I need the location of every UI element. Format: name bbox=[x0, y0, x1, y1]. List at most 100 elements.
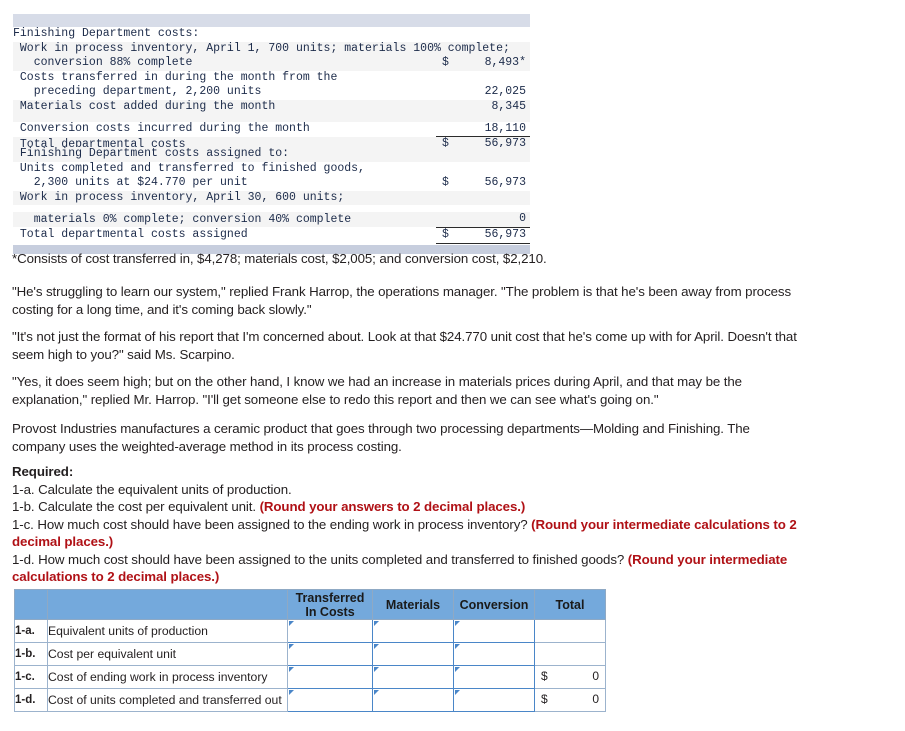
input-cell-materials[interactable] bbox=[372, 665, 454, 689]
cell-flag-icon bbox=[289, 667, 294, 672]
cell-flag-icon bbox=[289, 690, 294, 695]
exhibit-row: Work in process inventory, April 1, 700 … bbox=[13, 41, 530, 57]
table-row: 1-c. Cost of ending work in process inven… bbox=[14, 665, 606, 689]
input-cell-materials[interactable] bbox=[372, 688, 454, 712]
exhibit-row-amount: 0 bbox=[464, 212, 530, 228]
required-section: Required: 1-a. Calculate the equivalent … bbox=[12, 463, 812, 586]
row-index-label: 1-d. bbox=[14, 688, 48, 712]
total-cell bbox=[534, 642, 606, 666]
exhibit-one-table: Finishing Department costs: Work in proc… bbox=[13, 27, 530, 153]
table-row: 1-b. Cost per equivalent unit bbox=[14, 642, 606, 666]
required-item-text: 1-d. How much cost should have been assi… bbox=[12, 551, 628, 567]
input-cell-transferred-in-costs[interactable] bbox=[287, 665, 373, 689]
required-item: 1-a. Calculate the equivalent units of p… bbox=[12, 481, 812, 499]
cell-flag-icon bbox=[455, 644, 460, 649]
exhibit-row: Finishing Department costs: bbox=[13, 27, 530, 42]
exhibit-row-label: Conversion costs incurred during the mon… bbox=[13, 121, 436, 137]
total-currency-symbol: $ bbox=[541, 669, 548, 683]
header-total: Total bbox=[534, 589, 606, 620]
exhibit-row-currency: $ bbox=[436, 227, 464, 244]
required-item-emphasis: (Round your answers to 2 decimal places.… bbox=[259, 499, 526, 514]
total-value: 0 bbox=[592, 669, 599, 683]
costs-assigned-exhibit: Finishing Department costs assigned to: … bbox=[13, 147, 530, 254]
input-cell-materials[interactable] bbox=[372, 619, 454, 643]
exhibit-row-label: Units completed and transferred to finis… bbox=[13, 161, 436, 177]
header-index bbox=[14, 589, 48, 620]
paragraph-harrop-reply: "Yes, it does seem high; but on the othe… bbox=[12, 374, 742, 407]
input-cell-conversion[interactable] bbox=[453, 619, 535, 643]
cell-flag-icon bbox=[455, 621, 460, 626]
table-row: 1-d. Cost of units completed and transfer… bbox=[14, 688, 606, 712]
exhibit-row-label: Finishing Department costs assigned to: bbox=[13, 147, 436, 162]
exhibit-row-label: Total departmental costs assigned bbox=[13, 227, 436, 244]
cell-flag-icon bbox=[374, 667, 379, 672]
input-cell-transferred-in-costs[interactable] bbox=[287, 619, 373, 643]
row-index-label: 1-a. bbox=[14, 619, 48, 643]
cell-flag-icon bbox=[289, 621, 294, 626]
row-description-label: Cost of units completed and transferred … bbox=[47, 688, 288, 712]
exhibit-spacer-row bbox=[13, 114, 530, 122]
required-item-text: 1-b. Calculate the cost per equivalent u… bbox=[12, 499, 260, 514]
exhibit-row-currency bbox=[436, 99, 464, 115]
cell-flag-icon bbox=[374, 644, 379, 649]
exhibit-header-bar bbox=[13, 14, 530, 27]
exhibit-row-label: 2,300 units at $24.770 per unit bbox=[13, 176, 436, 191]
exhibit-row-label: Work in process inventory, April 30, 600… bbox=[13, 190, 436, 206]
required-item-text: 1-c. How much cost should have been assi… bbox=[12, 516, 532, 532]
exhibit-row-currency bbox=[436, 147, 464, 162]
row-description-label: Cost of ending work in process inventory bbox=[47, 665, 288, 689]
header-tic-line1: Transferred bbox=[295, 590, 365, 605]
required-heading: Required: bbox=[12, 464, 74, 479]
required-item: 1-c. How much cost should have been assi… bbox=[12, 516, 812, 551]
input-cell-transferred-in-costs[interactable] bbox=[287, 688, 373, 712]
exhibit-row-label: Costs transferred in during the month fr… bbox=[13, 70, 436, 86]
required-item: 1-b. Calculate the cost per equivalent u… bbox=[12, 498, 812, 516]
input-cell-conversion[interactable] bbox=[453, 688, 535, 712]
input-cell-conversion[interactable] bbox=[453, 642, 535, 666]
input-cell-transferred-in-costs[interactable] bbox=[287, 642, 373, 666]
finishing-department-costs-exhibit: Finishing Department costs: Work in proc… bbox=[13, 14, 530, 153]
exhibit-row-currency bbox=[436, 161, 464, 177]
exhibit-row: Work in process inventory, April 30, 600… bbox=[13, 190, 530, 206]
exhibit-row-currency: $ bbox=[436, 56, 464, 71]
exhibit-row: preceding department, 2,200 units 22,025 bbox=[13, 85, 530, 100]
cell-flag-icon bbox=[374, 621, 379, 626]
exhibit-row-label: Materials cost added during the month bbox=[13, 99, 436, 115]
paragraph-harrop-struggling: "He's struggling to learn our system," r… bbox=[12, 284, 792, 317]
paragraph-scarpino-concern: "It's not just the format of his report … bbox=[12, 329, 797, 362]
exhibit-row-amount: 22,025 bbox=[464, 85, 530, 100]
cell-flag-icon bbox=[455, 690, 460, 695]
exhibit-row-currency bbox=[436, 27, 464, 42]
paragraph-company-background: Provost Industries manufactures a cerami… bbox=[12, 421, 750, 454]
exhibit-row-currency: $ bbox=[436, 176, 464, 191]
exhibit-row-amount bbox=[464, 190, 530, 206]
row-index-label: 1-c. bbox=[14, 665, 48, 689]
row-index-label: 1-b. bbox=[14, 642, 48, 666]
exhibit-row-amount: 8,493* bbox=[464, 56, 530, 71]
input-cell-materials[interactable] bbox=[372, 642, 454, 666]
cell-flag-icon bbox=[374, 690, 379, 695]
cell-flag-icon bbox=[455, 667, 460, 672]
exhibit-row: Materials cost added during the month 8,3… bbox=[13, 99, 530, 115]
answer-entry-table: Transferred In Costs Materials Conversio… bbox=[14, 589, 606, 712]
exhibit-row: Finishing Department costs assigned to: bbox=[13, 147, 530, 162]
exhibit-spacer-row bbox=[13, 205, 530, 213]
header-conversion: Conversion bbox=[453, 589, 535, 620]
exhibit-row-label: Finishing Department costs: bbox=[13, 27, 436, 42]
exhibit-row-currency bbox=[436, 121, 464, 138]
exhibit-row: Total departmental costs assigned $56,973 bbox=[13, 227, 530, 244]
required-item: 1-d. How much cost should have been assi… bbox=[12, 551, 812, 586]
exhibit-row-currency bbox=[436, 190, 464, 206]
total-cell bbox=[534, 619, 606, 643]
exhibit-row-currency bbox=[436, 85, 464, 100]
exhibit-row-amount bbox=[464, 161, 530, 177]
exhibit-row-amount bbox=[464, 27, 530, 42]
exhibit-row: conversion 88% complete $8,493* bbox=[13, 56, 530, 71]
exhibit-row-currency bbox=[436, 70, 464, 86]
input-cell-conversion[interactable] bbox=[453, 665, 535, 689]
exhibit-row-amount: 8,345 bbox=[464, 99, 530, 115]
exhibit-two-table: Finishing Department costs assigned to: … bbox=[13, 147, 530, 244]
total-cell: $0 bbox=[534, 688, 606, 712]
total-cell: $0 bbox=[534, 665, 606, 689]
exhibit-row: Units completed and transferred to finis… bbox=[13, 161, 530, 177]
